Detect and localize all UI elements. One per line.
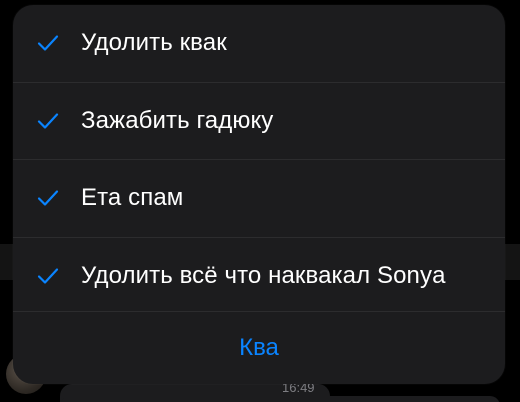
confirm-button-label: Ква (239, 334, 279, 361)
action-item-label: Ета спам (81, 184, 184, 212)
action-item-label: Удолить квак (81, 29, 227, 57)
action-item-delete-kvak[interactable]: Удолить квак (13, 5, 505, 82)
action-item-label: Удолить всё что наквакал Sonya (81, 261, 446, 289)
checkmark-icon (37, 190, 59, 206)
screen: 16:49 Удолить квак Зажабить гадюку Ета с… (0, 0, 520, 402)
action-sheet: Удолить квак Зажабить гадюку Ета спам Уд… (13, 5, 505, 384)
checkmark-icon (37, 35, 59, 51)
checkmark-icon (37, 113, 59, 129)
action-item-delete-all-by-user[interactable]: Удолить всё что наквакал Sonya (13, 236, 505, 315)
background-message-bubble (60, 396, 500, 402)
checkmark-icon (37, 268, 59, 284)
action-item-zhabify-viper[interactable]: Зажабить гадюку (13, 81, 505, 160)
action-item-label: Зажабить гадюку (81, 106, 274, 134)
confirm-button[interactable]: Ква (13, 311, 505, 384)
action-item-report-spam[interactable]: Ета спам (13, 159, 505, 237)
